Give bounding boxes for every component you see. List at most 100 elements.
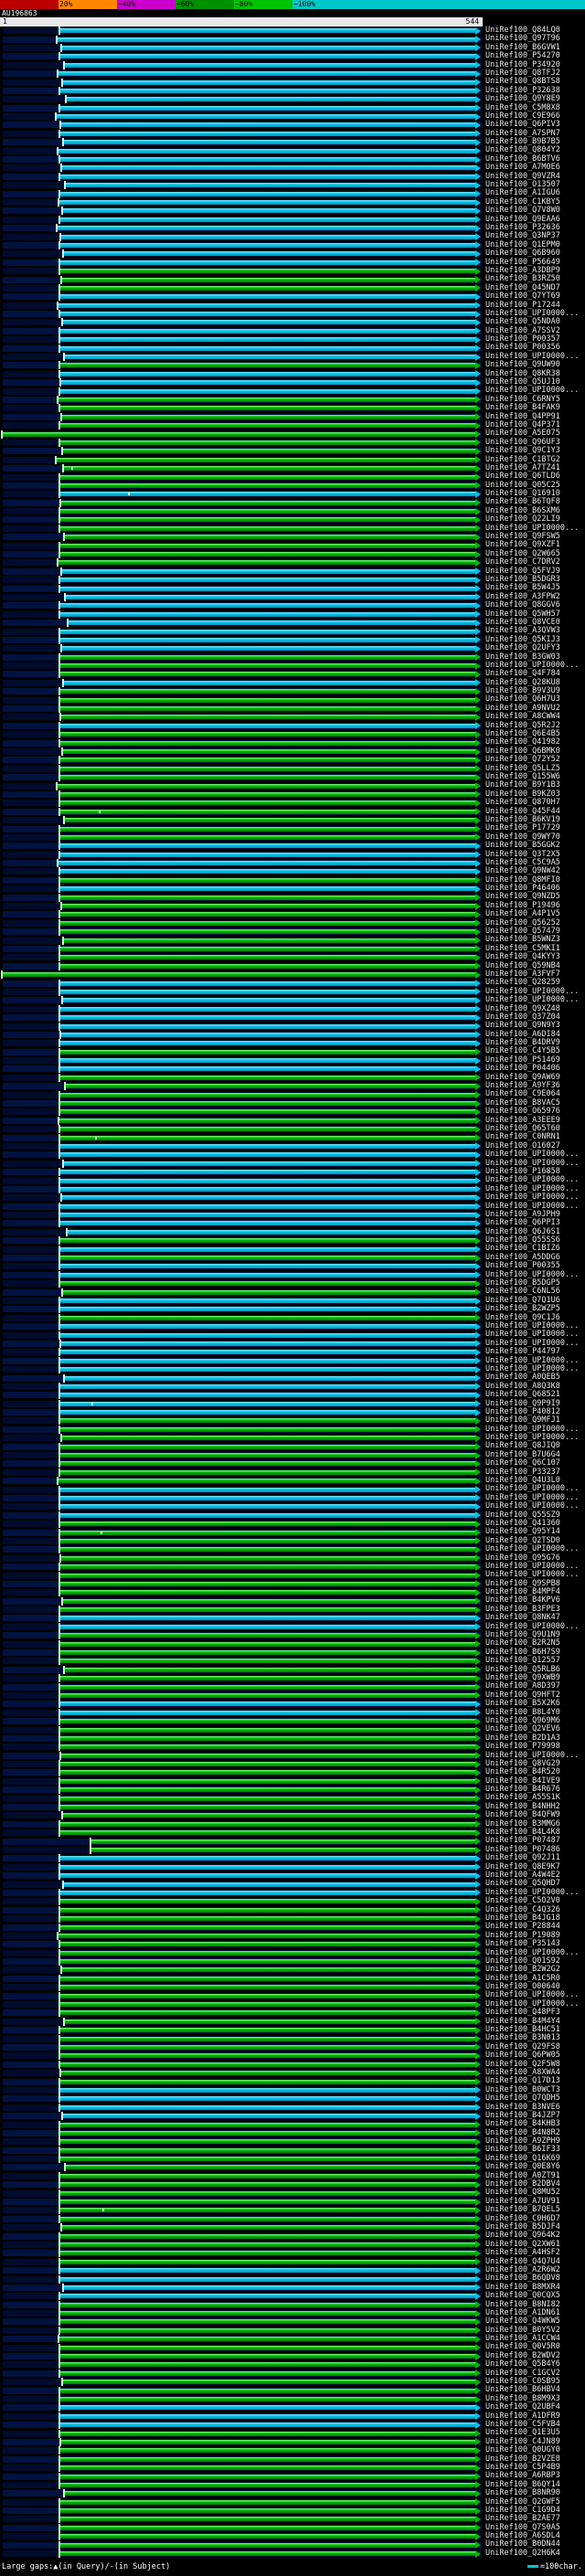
alignment-bar[interactable] xyxy=(60,963,475,969)
alignment-bar[interactable] xyxy=(60,217,475,222)
alignment-bar[interactable] xyxy=(60,2362,475,2368)
alignment-bar[interactable] xyxy=(60,2465,475,2471)
alignment-bar[interactable] xyxy=(60,2002,475,2008)
alignment-bar[interactable] xyxy=(60,1873,475,1879)
alignment-bar[interactable] xyxy=(58,783,475,789)
alignment-bar[interactable] xyxy=(60,852,475,857)
alignment-bar[interactable] xyxy=(60,877,475,883)
alignment-bar[interactable] xyxy=(60,1864,475,1870)
alignment-bar[interactable] xyxy=(60,543,475,548)
alignment-bar[interactable] xyxy=(60,2028,475,2033)
alignment-bar[interactable] xyxy=(60,1701,475,1707)
alignment-bar[interactable] xyxy=(59,1118,475,1123)
alignment-bar[interactable] xyxy=(60,1461,475,1467)
alignment-bar[interactable] xyxy=(60,1272,475,1277)
alignment-bar[interactable] xyxy=(60,2422,475,2428)
alignment-bar[interactable] xyxy=(60,1023,475,1029)
alignment-bar[interactable] xyxy=(60,955,475,960)
alignment-bar[interactable] xyxy=(60,2302,475,2307)
alignment-bar[interactable] xyxy=(60,54,475,59)
alignment-bar[interactable] xyxy=(58,1933,475,1938)
subject-label[interactable]: UniRef100_Q2H6K4 xyxy=(485,2549,560,2558)
alignment-bar[interactable] xyxy=(63,320,475,325)
alignment-bar[interactable] xyxy=(60,1453,475,1458)
alignment-bar[interactable] xyxy=(58,861,475,866)
alignment-bar[interactable] xyxy=(60,1770,475,1776)
alignment-bar[interactable] xyxy=(60,2010,475,2016)
alignment-bar[interactable] xyxy=(60,1332,475,1338)
alignment-bar[interactable] xyxy=(60,1924,475,1930)
alignment-bar[interactable] xyxy=(60,2542,475,2548)
alignment-bar[interactable] xyxy=(61,715,475,720)
alignment-bar[interactable] xyxy=(61,1555,475,1561)
alignment-bar[interactable] xyxy=(60,2259,475,2264)
alignment-bar[interactable] xyxy=(60,689,475,694)
alignment-bar[interactable] xyxy=(60,1581,475,1586)
alignment-bar[interactable] xyxy=(60,2079,475,2084)
alignment-bar[interactable] xyxy=(60,1393,475,1398)
alignment-bar[interactable] xyxy=(60,1041,475,1046)
alignment-bar[interactable] xyxy=(60,1221,475,1226)
alignment-bar[interactable] xyxy=(60,1821,475,1827)
alignment-bar[interactable] xyxy=(60,2190,475,2196)
alignment-bar[interactable] xyxy=(60,2122,475,2127)
alignment-bar[interactable] xyxy=(60,1358,475,1363)
alignment-bar[interactable] xyxy=(60,2216,475,2221)
alignment-bar[interactable] xyxy=(60,1246,475,1252)
alignment-bar[interactable] xyxy=(91,1839,475,1844)
alignment-bar[interactable] xyxy=(60,1787,475,1793)
alignment-bar[interactable] xyxy=(60,2327,475,2333)
alignment-bar[interactable] xyxy=(60,1727,475,1733)
alignment-bar[interactable] xyxy=(60,1538,475,1543)
alignment-bar[interactable] xyxy=(60,2551,475,2557)
alignment-bar[interactable] xyxy=(60,1547,475,1553)
alignment-bar[interactable] xyxy=(63,80,475,85)
alignment-bar[interactable] xyxy=(60,1299,475,1303)
alignment-bar[interactable] xyxy=(61,234,475,239)
alignment-bar[interactable] xyxy=(65,535,475,540)
alignment-bar[interactable] xyxy=(91,1848,475,1852)
alignment-bar[interactable] xyxy=(60,834,475,840)
alignment-bar[interactable] xyxy=(60,1830,475,1836)
alignment-bar[interactable] xyxy=(60,1410,475,1415)
alignment-bar[interactable] xyxy=(60,517,475,523)
alignment-bar[interactable] xyxy=(60,1469,475,1475)
alignment-bar[interactable] xyxy=(60,1307,475,1312)
alignment-bar[interactable] xyxy=(60,371,475,376)
alignment-bar[interactable] xyxy=(60,2482,475,2487)
alignment-bar[interactable] xyxy=(65,2019,475,2024)
alignment-bar[interactable] xyxy=(60,1495,475,1500)
alignment-bar[interactable] xyxy=(60,663,475,669)
alignment-bar[interactable] xyxy=(60,2208,475,2213)
alignment-bar[interactable] xyxy=(60,1950,475,1956)
alignment-bar[interactable] xyxy=(60,1350,475,1355)
alignment-bar[interactable] xyxy=(60,492,475,497)
alignment-bar[interactable] xyxy=(60,843,475,849)
alignment-bar[interactable] xyxy=(60,775,475,780)
alignment-bar[interactable] xyxy=(60,1805,475,1810)
alignment-bar[interactable] xyxy=(60,706,475,712)
alignment-bar[interactable] xyxy=(60,1650,475,1656)
alignment-bar[interactable] xyxy=(62,1967,475,1973)
alignment-bar[interactable] xyxy=(62,277,475,282)
alignment-bar[interactable] xyxy=(60,1504,475,1510)
alignment-bar[interactable] xyxy=(60,525,475,531)
alignment-bar[interactable] xyxy=(60,2294,475,2299)
alignment-bar[interactable] xyxy=(60,1573,475,1578)
alignment-bar[interactable] xyxy=(62,1195,475,1201)
alignment-bar[interactable] xyxy=(66,2165,475,2170)
alignment-bar[interactable] xyxy=(60,654,475,660)
alignment-bar[interactable] xyxy=(60,1762,475,1767)
alignment-bar[interactable] xyxy=(60,1512,475,1518)
alignment-bar[interactable] xyxy=(61,122,475,128)
alignment-bar[interactable] xyxy=(60,552,475,557)
alignment-bar[interactable] xyxy=(63,449,475,454)
alignment-bar[interactable] xyxy=(60,1075,475,1080)
alignment-bar[interactable] xyxy=(63,1289,475,1295)
alignment-bar[interactable] xyxy=(66,183,475,188)
alignment-bar[interactable] xyxy=(60,269,475,274)
alignment-bar[interactable] xyxy=(60,1238,475,1244)
alignment-bar[interactable] xyxy=(60,1178,475,1183)
alignment-bar[interactable] xyxy=(62,1436,475,1441)
alignment-bar[interactable] xyxy=(60,1856,475,1861)
